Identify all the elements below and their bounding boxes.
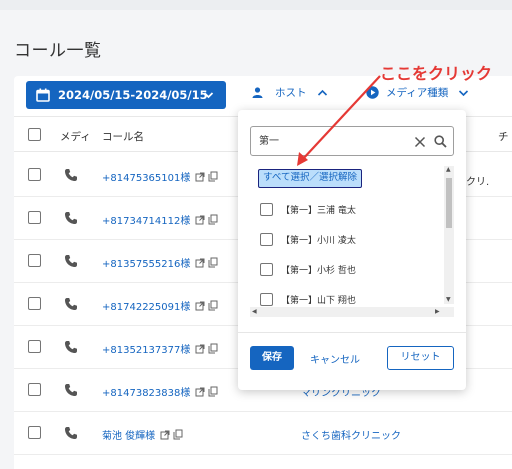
phone-icon — [65, 298, 77, 310]
cancel-button[interactable]: キャンセル — [310, 351, 360, 366]
call-name-link[interactable]: +81734714112様 — [102, 212, 218, 227]
host-option-checkbox[interactable] — [260, 232, 273, 246]
host-search-field — [250, 126, 454, 156]
scroll-down-arrow-icon[interactable]: ▼ — [446, 297, 451, 303]
host-option[interactable]: 【第一】山下 翔也 — [260, 291, 356, 307]
annotation-label: ここをクリック — [380, 64, 493, 83]
row-checkbox[interactable] — [28, 254, 41, 267]
copy-icon[interactable] — [208, 257, 218, 268]
host-option-label: 【第一】三浦 竜太 — [281, 205, 356, 216]
call-name-text[interactable]: +81352137377様 — [102, 341, 190, 356]
host-option[interactable]: 【第一】小杉 哲也 — [260, 261, 356, 277]
host-filter[interactable]: ホスト — [252, 85, 328, 100]
top-band — [0, 0, 512, 10]
call-name-link[interactable]: 菊池 俊輝様 — [102, 427, 183, 442]
phone-icon — [65, 384, 77, 396]
media-filter-label: メディア種類 — [386, 87, 449, 99]
vertical-scrollbar[interactable]: ▲ ▼ — [444, 166, 454, 304]
call-name-text[interactable]: 菊池 俊輝様 — [102, 427, 155, 442]
external-link-icon[interactable] — [195, 301, 205, 311]
phone-icon — [65, 169, 77, 181]
page-title: コール一覧 — [14, 41, 102, 61]
external-link-icon[interactable] — [160, 430, 170, 440]
select-all-toggle[interactable]: すべて選択／選択解除 — [258, 169, 362, 188]
external-link-icon[interactable] — [195, 172, 205, 182]
copy-icon[interactable] — [208, 386, 218, 397]
row-checkbox[interactable] — [28, 426, 41, 439]
external-link-icon[interactable] — [195, 387, 205, 397]
host-search-input[interactable] — [259, 134, 399, 145]
call-name-text[interactable]: +81357555216様 — [102, 255, 190, 270]
copy-icon[interactable] — [208, 171, 218, 182]
host-option-checkbox[interactable] — [260, 202, 273, 216]
date-range-label: 2024/05/15-2024/05/15 — [58, 88, 208, 102]
row-checkbox[interactable] — [28, 211, 41, 224]
external-link-icon[interactable] — [195, 215, 205, 225]
row-checkbox[interactable] — [28, 168, 41, 181]
host-filter-popup: すべて選択／選択解除 【第一】三浦 竜太 【第一】小川 凌太 【第一】小杉 哲也… — [238, 110, 466, 390]
copy-icon[interactable] — [208, 214, 218, 225]
date-range-button[interactable]: 2024/05/15-2024/05/15 — [26, 81, 226, 109]
phone-icon — [65, 427, 77, 439]
copy-icon[interactable] — [208, 343, 218, 354]
host-option-label: 【第一】山下 翔也 — [281, 295, 356, 306]
call-name-text[interactable]: +81475365101様 — [102, 169, 190, 184]
phone-icon — [65, 255, 77, 267]
call-name-text[interactable]: +81742225091様 — [102, 298, 190, 313]
call-name-link[interactable]: +81357555216様 — [102, 255, 218, 270]
call-name-link[interactable]: +81473823838様 — [102, 384, 218, 399]
call-name-link[interactable]: +81475365101様 — [102, 169, 218, 184]
host-option[interactable]: 【第一】三浦 竜太 — [260, 201, 356, 217]
host-filter-label: ホスト — [275, 87, 307, 99]
search-icon[interactable] — [434, 135, 447, 148]
horizontal-scrollbar[interactable]: ◀ ▶ — [250, 307, 454, 317]
chevron-up-icon — [317, 89, 327, 96]
media-filter[interactable]: メディア種類 — [366, 85, 469, 100]
scroll-up-arrow-icon[interactable]: ▲ — [446, 167, 451, 173]
clear-icon[interactable] — [414, 136, 426, 148]
column-header-media[interactable]: メディ — [60, 129, 91, 144]
host-option-label: 【第一】小杉 哲也 — [281, 265, 356, 276]
phone-icon — [65, 341, 77, 353]
table-row[interactable]: 菊池 俊輝様 さくち歯科クリニック — [14, 412, 512, 455]
column-header-cut[interactable]: チ — [498, 129, 509, 144]
host-option-checkbox[interactable] — [260, 292, 273, 306]
host-option[interactable]: 【第一】小川 凌太 — [260, 231, 356, 247]
column-header-call-name[interactable]: コール名 — [102, 129, 144, 144]
popup-divider — [238, 332, 466, 333]
scrollbar-thumb[interactable] — [446, 178, 452, 228]
select-all-rows-checkbox[interactable] — [28, 128, 41, 141]
call-name-text[interactable]: +81734714112様 — [102, 212, 190, 227]
copy-icon[interactable] — [208, 300, 218, 311]
calendar-icon — [36, 88, 50, 102]
phone-icon — [65, 212, 77, 224]
call-name-link[interactable]: +81742225091様 — [102, 298, 218, 313]
row-checkbox[interactable] — [28, 340, 41, 353]
chevron-down-icon — [203, 92, 214, 99]
reset-button[interactable]: リセット — [387, 346, 454, 370]
host-option-label: 【第一】小川 凌太 — [281, 235, 356, 246]
person-icon — [252, 87, 263, 98]
table-cell-cut: クリ. — [466, 177, 490, 188]
external-link-icon[interactable] — [195, 258, 205, 268]
scroll-right-arrow-icon[interactable]: ▶ — [435, 309, 440, 315]
host-option-list: すべて選択／選択解除 【第一】三浦 竜太 【第一】小川 凌太 【第一】小杉 哲也… — [250, 166, 454, 318]
host-option-checkbox[interactable] — [260, 262, 273, 276]
copy-icon[interactable] — [173, 429, 183, 440]
save-button[interactable]: 保存 — [250, 346, 294, 370]
clinic-link[interactable]: さくち歯科クリニック — [301, 427, 401, 442]
play-circle-icon — [366, 86, 379, 99]
call-name-link[interactable]: +81352137377様 — [102, 341, 218, 356]
row-checkbox[interactable] — [28, 297, 41, 310]
external-link-icon[interactable] — [195, 344, 205, 354]
call-name-text[interactable]: +81473823838様 — [102, 384, 190, 399]
row-checkbox[interactable] — [28, 383, 41, 396]
chevron-down-icon — [459, 89, 469, 96]
scroll-left-arrow-icon[interactable]: ◀ — [252, 309, 257, 315]
